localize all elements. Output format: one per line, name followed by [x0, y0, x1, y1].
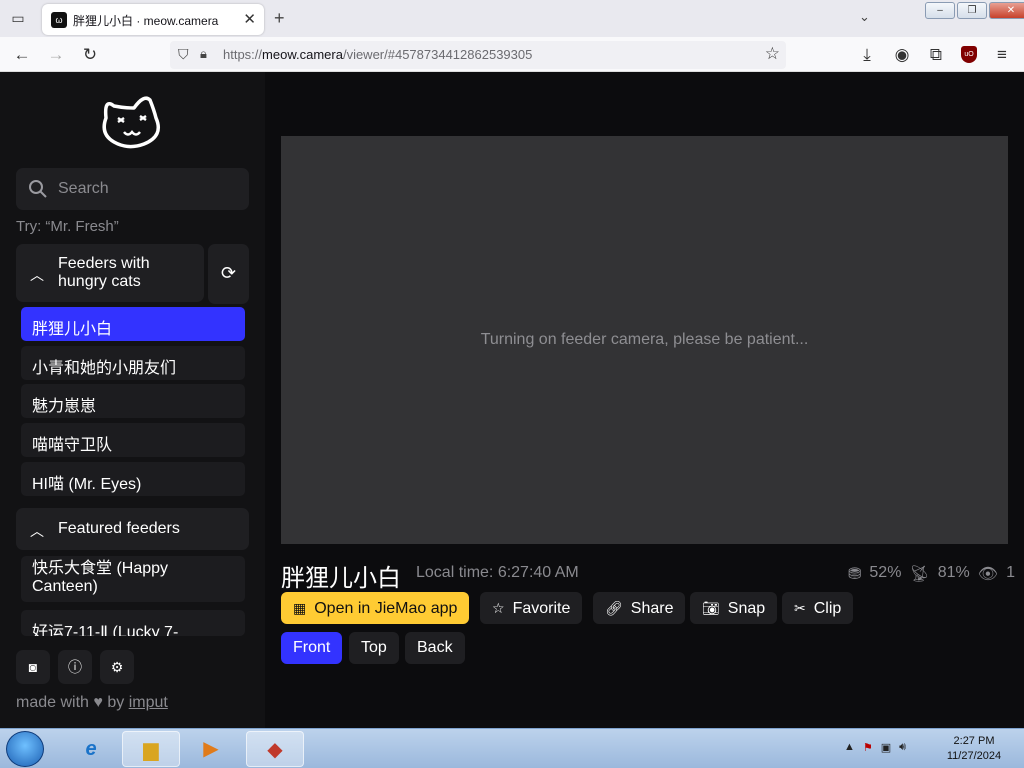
signal-icon: 📡︎	[909, 566, 930, 583]
account-icon[interactable]: ◉	[891, 44, 913, 66]
qr-code-icon: ▦	[293, 600, 307, 616]
file-explorer-icon[interactable]: ▆	[122, 731, 180, 767]
shield-icon[interactable]: ⛉	[178, 46, 189, 63]
camera-icon: 📷︎	[702, 600, 720, 616]
made-with-text: made with	[16, 694, 89, 711]
minimize-button[interactable]: –	[925, 2, 955, 19]
browser-tab[interactable]: ω 胖狸儿小白 · meow.camera ✕	[42, 4, 264, 35]
browser-app-icon[interactable]: ◆	[246, 731, 304, 767]
section-featured[interactable]: ︿ Featured feeders	[16, 508, 249, 550]
window-controls: – ❐ ✕	[925, 2, 1024, 20]
browser-nav-bar: ← → ↻ ⛉ 🔒︎ https://meow.camera/viewer/#4…	[0, 37, 1024, 72]
search-placeholder: Search	[58, 180, 109, 197]
clock-date: 11/27/2024	[946, 750, 1002, 762]
scissors-icon: ✂	[794, 600, 806, 616]
camera-title: 胖狸儿小白	[281, 565, 401, 592]
sidebar-item-camera[interactable]: 胖狸儿小白	[21, 307, 245, 341]
sidebar-item-camera[interactable]: 好运7-11-Ⅱ (Lucky 7-	[21, 610, 245, 636]
network-icon[interactable]: ▣	[881, 741, 891, 754]
food-level: 52%	[869, 564, 902, 581]
window-close-button[interactable]: ✕	[989, 2, 1024, 19]
volume-icon[interactable]: 🔊︎	[899, 741, 906, 754]
view-back-button[interactable]: Back	[405, 632, 465, 664]
section-hungry-cats[interactable]: ︿ Feeders with hungry cats	[16, 244, 204, 302]
signal-strength: 81%	[937, 564, 970, 581]
cat-favicon-icon: ω	[51, 12, 67, 28]
start-button[interactable]	[6, 731, 44, 767]
discord-icon[interactable]: ◙	[16, 650, 50, 684]
tray-expand-icon[interactable]: ▲	[844, 741, 855, 754]
chevron-up-icon: ︿	[30, 267, 44, 283]
section-featured-label: Featured feeders	[58, 520, 180, 537]
back-arrow-icon[interactable]: ←	[11, 44, 33, 66]
search-icon	[29, 180, 47, 198]
settings-gear-icon[interactable]: ⚙	[100, 650, 134, 684]
open-in-app-button[interactable]: ▦ Open in JieMao app	[281, 592, 470, 624]
internet-explorer-icon[interactable]: e	[62, 731, 120, 767]
cat-logo-icon[interactable]	[98, 88, 168, 152]
sidebar-item-camera[interactable]: HI喵 (Mr. Eyes)	[21, 462, 245, 496]
eye-icon: 👁︎	[977, 566, 999, 583]
ublock-icon[interactable]: uO	[961, 46, 977, 63]
menu-icon[interactable]: ≡	[991, 44, 1013, 66]
section-hungry-label: Feeders with hungry cats	[58, 255, 150, 290]
refresh-button[interactable]: ⟳	[208, 244, 249, 304]
made-with-by: by	[107, 694, 125, 711]
share-button[interactable]: 🔗︎ Share	[593, 592, 686, 624]
close-tab-icon[interactable]: ✕	[243, 10, 256, 28]
video-status: Turning on feeder camera, please be pati…	[480, 331, 809, 348]
bookmark-star-icon[interactable]: ☆	[765, 44, 780, 64]
restore-button[interactable]: ❐	[957, 2, 987, 19]
download-icon[interactable]: ⤓	[856, 44, 878, 66]
link-icon: 🔗︎	[605, 600, 623, 616]
extensions-icon[interactable]: ⧉	[925, 44, 947, 66]
system-tray: ▲ ⚑ ▣ 🔊︎	[844, 741, 906, 754]
browser-tab-bar: ▭ ω 胖狸儿小白 · meow.camera ✕ + ⌄ – ❐ ✕	[0, 0, 1024, 37]
tab-list-icon[interactable]: ▭	[8, 9, 28, 27]
local-time: Local time: 6:27:40 AM	[416, 564, 579, 581]
made-with-credit: made with ♥ by imput	[16, 694, 168, 712]
view-front-button[interactable]: Front	[281, 632, 343, 664]
star-icon: ☆	[492, 600, 505, 616]
taskbar: e ▆ ▶ ◆ ▲ ⚑ ▣ 🔊︎ 2:27 PM 11/27/2024	[0, 728, 1024, 768]
tab-title: 胖狸儿小白 · meow.camera	[73, 14, 219, 28]
search-input[interactable]: Search	[16, 168, 249, 210]
clock-time: 2:27 PM	[953, 735, 995, 747]
lock-icon[interactable]: 🔒︎	[200, 46, 207, 62]
new-tab-icon[interactable]: +	[274, 8, 285, 28]
sidebar-item-camera[interactable]: 小青和她的小朋友们	[21, 346, 245, 380]
view-top-button[interactable]: Top	[349, 632, 399, 664]
url-text[interactable]: https://meow.camera/viewer/#457873441286…	[223, 47, 532, 62]
sidebar: Search Try: “Mr. Fresh” ︿ Feeders with h…	[0, 72, 265, 728]
reload-icon[interactable]: ↻	[79, 44, 101, 66]
search-hint: Try: “Mr. Fresh”	[16, 218, 119, 235]
sidebar-item-camera[interactable]: 魅力崽崽	[21, 384, 245, 418]
forward-arrow-icon[interactable]: →	[45, 44, 67, 66]
action-center-icon[interactable]: ⚑	[863, 741, 873, 754]
clip-button[interactable]: ✂ Clip	[782, 592, 854, 624]
heart-icon: ♥	[93, 694, 103, 711]
chevron-up-icon: ︿	[30, 523, 44, 539]
camera-stats: ⛃ 52% 📡︎ 81% 👁︎ 1	[848, 564, 1015, 584]
snap-button[interactable]: 📷︎ Snap	[690, 592, 778, 624]
refresh-icon: ⟳	[220, 263, 237, 283]
food-level-icon: ⛃	[848, 566, 862, 583]
chevron-down-icon[interactable]: ⌄	[859, 9, 870, 25]
sidebar-item-camera[interactable]: 喵喵守卫队	[21, 423, 245, 457]
media-player-icon[interactable]: ▶	[182, 731, 240, 767]
taskbar-clock[interactable]: 2:27 PM 11/27/2024	[934, 734, 1014, 764]
camera-video[interactable]: Turning on feeder camera, please be pati…	[281, 136, 1008, 544]
sidebar-item-camera[interactable]: 快乐大食堂 (Happy Canteen)	[21, 556, 245, 602]
viewer-count: 1	[1006, 564, 1015, 581]
favorite-button[interactable]: ☆ Favorite	[480, 592, 583, 624]
address-bar[interactable]: ⛉ 🔒︎ https://meow.camera/viewer/#4578734…	[170, 41, 786, 69]
info-icon[interactable]: ⓘ	[58, 650, 92, 684]
imput-link[interactable]: imput	[129, 694, 168, 711]
